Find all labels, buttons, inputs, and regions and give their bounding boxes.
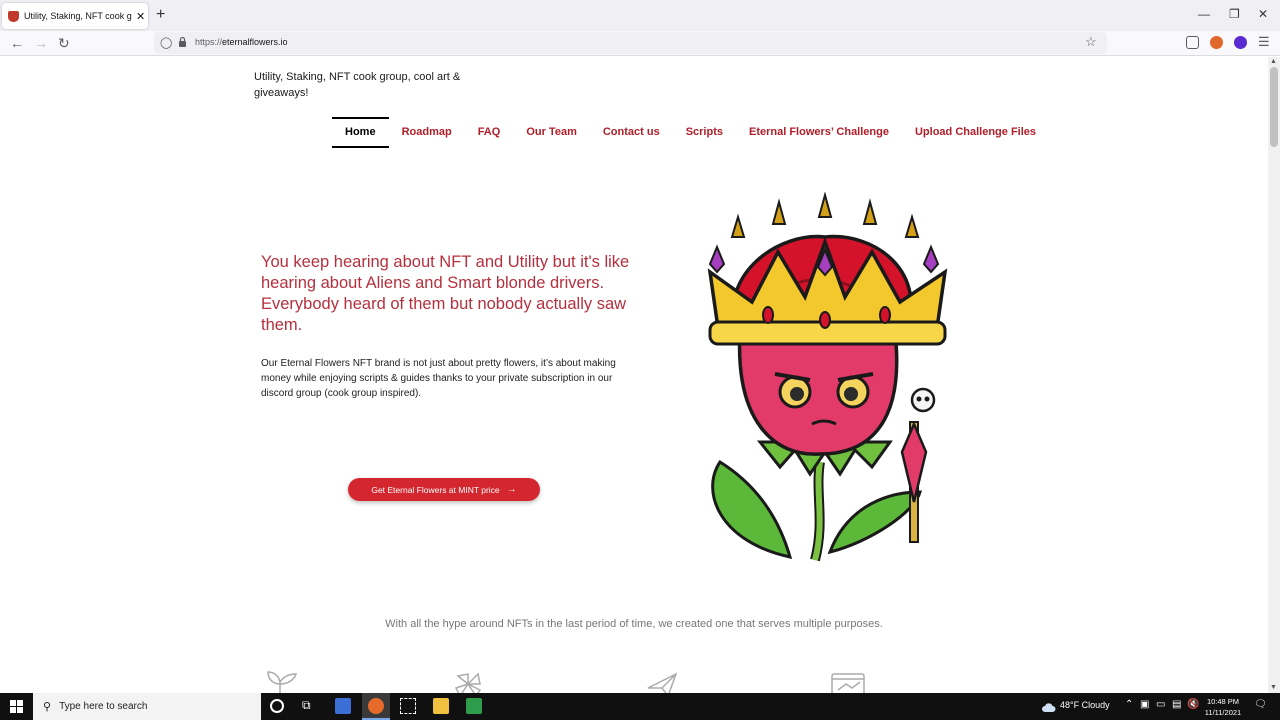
tab-close-icon[interactable]: ✕ <box>136 10 145 23</box>
page-scrollbar[interactable] <box>1268 57 1280 693</box>
save-app-icon[interactable] <box>335 698 351 714</box>
mint-cta-label: Get Eternal Flowers at MINT price <box>371 484 500 495</box>
minimize-icon[interactable]: — <box>1198 7 1210 21</box>
hero-headline: You keep hearing about NFT and Utility b… <box>261 253 630 334</box>
web-page: Utility, Staking, NFT cook group, cool a… <box>0 57 1268 693</box>
new-tab-button[interactable]: + <box>156 6 165 24</box>
windows-taskbar: ⚲ Type here to search ⧉ 48°F Cloudy ⌃ ▣ … <box>0 693 1280 720</box>
window-close-icon[interactable]: ✕ <box>1258 7 1268 21</box>
menu-item-roadmap[interactable]: Roadmap <box>389 117 465 147</box>
firefox-icon[interactable] <box>368 698 384 714</box>
url-host: eternalflowers.io <box>222 37 288 47</box>
file-explorer-icon[interactable] <box>433 698 449 714</box>
lock-icon[interactable] <box>178 35 187 47</box>
display-icon[interactable]: ▤ <box>1172 699 1181 710</box>
scroll-up-icon[interactable]: ▲ <box>1270 58 1277 65</box>
shield-icon[interactable]: ◯ <box>160 36 172 49</box>
hero-intro-text: Our Eternal Flowers NFT brand is not jus… <box>261 358 616 399</box>
scroll-down-icon[interactable]: ▼ <box>1270 684 1277 691</box>
spreadsheet-app-icon[interactable] <box>466 698 482 714</box>
taskbar-search-box[interactable]: ⚲ Type here to search <box>33 693 261 720</box>
site-tagline: Utility, Staking, NFT cook group, cool a… <box>254 71 461 99</box>
search-icon: ⚲ <box>43 701 52 713</box>
taskbar-clock[interactable]: 10:48 PM 11/11/2021 <box>1200 696 1246 718</box>
show-hidden-icons-icon[interactable]: ⌃ <box>1125 699 1133 710</box>
menu-item-our-team[interactable]: Our Team <box>513 117 590 147</box>
volume-muted-icon[interactable]: 🔇 <box>1187 699 1199 710</box>
main-menu: Home Roadmap FAQ Our Team Contact us Scr… <box>332 117 1049 148</box>
extension-fox-icon[interactable] <box>1210 36 1223 49</box>
menu-item-home[interactable]: Home <box>332 117 389 148</box>
forward-arrow-icon[interactable]: → <box>34 35 48 51</box>
clock-date: 11/11/2021 <box>1204 708 1242 717</box>
reload-icon[interactable]: ↻ <box>58 35 70 52</box>
purpose-statement: With all the hype around NFTs in the las… <box>385 618 883 630</box>
menu-item-scripts[interactable]: Scripts <box>673 117 736 147</box>
menu-item-upload-challenge-files[interactable]: Upload Challenge Files <box>902 117 1049 147</box>
scrollbar-thumb[interactable] <box>1270 67 1278 147</box>
menu-item-faq[interactable]: FAQ <box>465 117 514 147</box>
arrow-right-icon: → <box>506 484 517 495</box>
snipping-tool-icon[interactable] <box>400 698 416 714</box>
pinwheel-icon <box>450 670 486 693</box>
back-arrow-icon[interactable]: ← <box>10 35 24 51</box>
taskbar-search-placeholder: Type here to search <box>59 701 148 712</box>
network-icon[interactable]: ▣ <box>1140 699 1149 710</box>
paper-plane-icon <box>644 670 680 693</box>
navigation-toolbar: ← → ↻ ◯ https://eternalflowers.io ☆ ☰ <box>0 31 1280 56</box>
menu-item-contact-us[interactable]: Contact us <box>590 117 673 147</box>
url-text[interactable]: https://eternalflowers.io <box>195 37 288 47</box>
pocket-icon[interactable] <box>1186 36 1199 49</box>
tab-bar: Utility, Staking, NFT cook group ✕ + — ❐… <box>0 0 1280 31</box>
leaf-sprout-icon <box>262 670 298 693</box>
mint-cta-button[interactable]: Get Eternal Flowers at MINT price → <box>348 478 540 501</box>
browser-tab[interactable]: Utility, Staking, NFT cook group ✕ <box>2 3 148 29</box>
menu-item-challenge[interactable]: Eternal Flowers’ Challenge <box>736 117 902 147</box>
site-favicon-icon <box>8 10 19 22</box>
windows-start-icon[interactable] <box>10 700 23 718</box>
cortana-icon[interactable] <box>270 699 284 713</box>
crowned-rose-illustration <box>640 191 1010 562</box>
bookmark-star-icon[interactable]: ☆ <box>1085 34 1097 50</box>
restore-icon[interactable]: ❐ <box>1229 7 1240 21</box>
cloud-weather-icon[interactable] <box>1042 700 1056 718</box>
monitor-icon[interactable]: ▭ <box>1156 699 1165 710</box>
tab-title: Utility, Staking, NFT cook group <box>24 11 132 21</box>
address-bar[interactable] <box>154 32 1107 54</box>
clock-time: 10:48 PM <box>1206 697 1240 706</box>
chart-window-icon <box>830 670 866 693</box>
extension-account-icon[interactable] <box>1234 36 1247 49</box>
menu-hamburger-icon[interactable]: ☰ <box>1258 34 1270 50</box>
weather-readout[interactable]: 48°F Cloudy <box>1060 700 1110 710</box>
notifications-icon[interactable]: 🗨 <box>1254 699 1267 710</box>
url-scheme: https:// <box>195 37 223 47</box>
task-view-icon[interactable]: ⧉ <box>302 698 311 713</box>
